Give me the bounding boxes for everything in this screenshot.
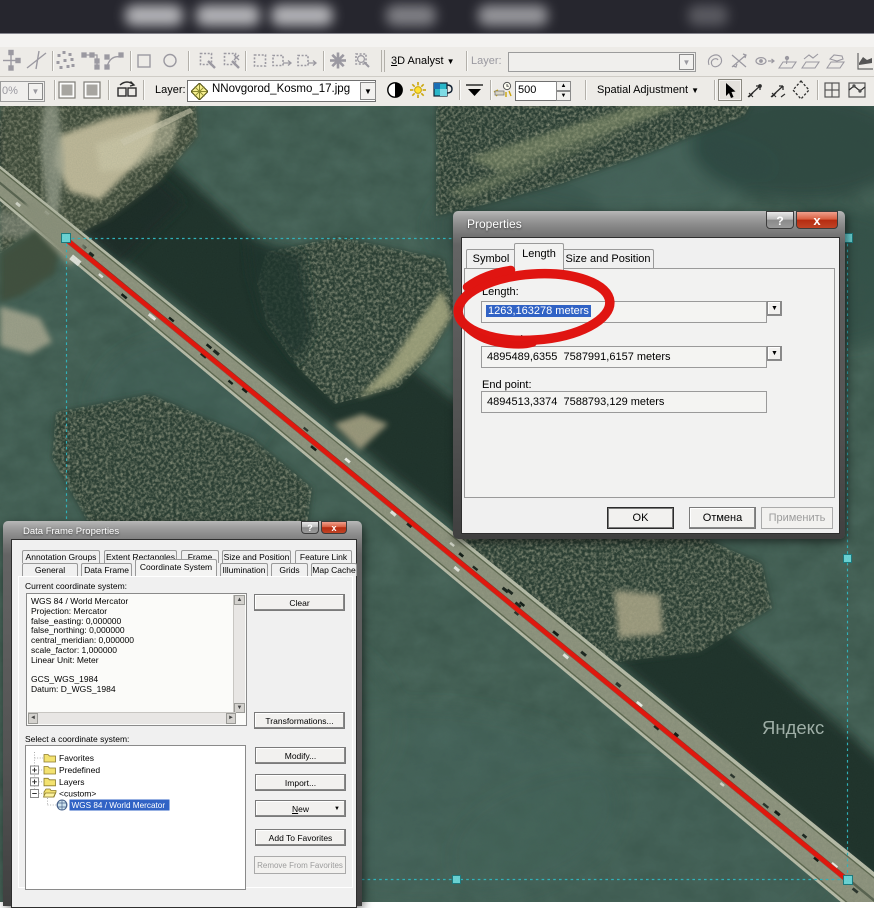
svg-text:<custom>: <custom>: [59, 789, 96, 799]
svg-text:WGS 84 / World Mercator: WGS 84 / World Mercator: [72, 801, 166, 810]
svg-text:Predefined: Predefined: [59, 765, 100, 775]
svg-text:Favorites: Favorites: [59, 753, 94, 763]
svg-text:Layers: Layers: [59, 777, 85, 787]
svg-text:Яндекс: Яндекс: [762, 717, 824, 738]
